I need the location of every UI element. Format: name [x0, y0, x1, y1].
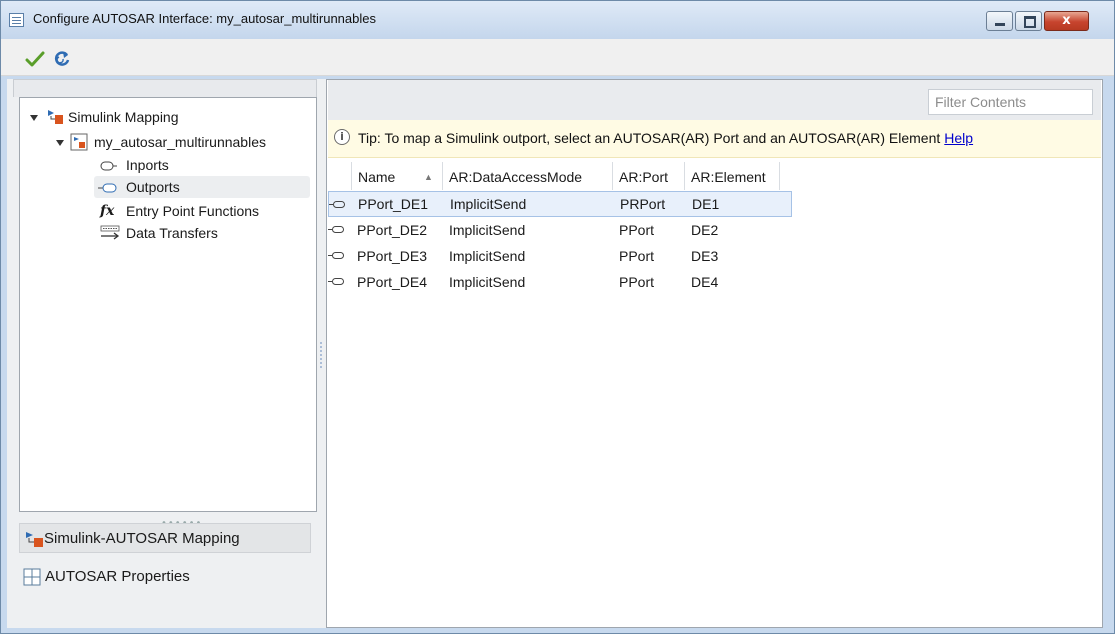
tree-item-label: Inports: [126, 157, 169, 173]
tree-item-label: Data Transfers: [126, 225, 218, 241]
info-icon: i: [334, 129, 350, 145]
cell-port[interactable]: PPort: [619, 243, 654, 269]
close-button[interactable]: x: [1044, 11, 1089, 31]
cell-data-access-mode[interactable]: ImplicitSend: [449, 243, 525, 269]
window: Configure AUTOSAR Interface: my_autosar_…: [0, 0, 1115, 634]
column-header-element[interactable]: AR:Element: [685, 162, 780, 190]
minimize-button[interactable]: [986, 11, 1013, 31]
section-label: AUTOSAR Properties: [45, 568, 190, 585]
collapse-icon[interactable]: [56, 140, 64, 146]
maximize-button[interactable]: [1015, 11, 1042, 31]
cell-data-access-mode[interactable]: ImplicitSend: [449, 217, 525, 243]
splitter-grip-icon[interactable]: [320, 341, 322, 369]
section-label: Simulink-AUTOSAR Mapping: [44, 530, 240, 547]
simulink-mapping-icon: [26, 532, 43, 547]
table-row[interactable]: PPort_DE3 ImplicitSend PPort DE3: [328, 243, 792, 269]
contents-header: Filter Contents: [328, 80, 1101, 120]
help-link[interactable]: Help: [944, 130, 973, 146]
column-header-data-access-mode[interactable]: AR:DataAccessMode: [443, 162, 613, 190]
cell-port[interactable]: PPort: [619, 269, 654, 295]
tip-bar: i Tip: To map a Simulink outport, select…: [328, 120, 1101, 158]
sort-ascending-icon: ▲: [424, 172, 433, 182]
toolbar: [1, 39, 1114, 76]
cell-element[interactable]: DE4: [691, 269, 718, 295]
collapse-icon[interactable]: [30, 115, 38, 121]
fx-icon: fx: [100, 203, 115, 219]
tree-root-label: Simulink Mapping: [68, 109, 179, 125]
apply-checkmark-icon[interactable]: [25, 51, 45, 67]
tree-model-label: my_autosar_multirunnables: [94, 134, 266, 150]
column-header-name[interactable]: Name ▲: [352, 162, 443, 190]
table-row[interactable]: PPort_DE2 ImplicitSend PPort DE2: [328, 217, 792, 243]
tree-node-model[interactable]: my_autosar_multirunnables: [56, 131, 314, 153]
cell-element[interactable]: DE2: [691, 217, 718, 243]
cell-name: PPort_DE2: [357, 222, 428, 238]
cell-port[interactable]: PPort: [619, 217, 654, 243]
icon-column-header: [328, 162, 352, 190]
column-header-port[interactable]: AR:Port: [613, 162, 685, 190]
tree-item-entry-point-functions[interactable]: fx Entry Point Functions: [94, 200, 310, 222]
tree-item-inports[interactable]: Inports: [94, 154, 310, 176]
mapping-tree[interactable]: Simulink Mapping my_autosar_multirunnabl…: [19, 97, 317, 512]
filter-input[interactable]: Filter Contents: [928, 89, 1093, 115]
table-header: Name ▲ AR:DataAccessMode AR:Port AR:Elem…: [328, 162, 1101, 190]
simulink-autosar-mapping-button[interactable]: Simulink-AUTOSAR Mapping: [19, 523, 311, 553]
table-row[interactable]: PPort_DE4 ImplicitSend PPort DE4: [328, 269, 792, 295]
autosar-properties-button[interactable]: AUTOSAR Properties: [19, 562, 311, 592]
table-row[interactable]: PPort_DE1 ImplicitSend PRPort DE1: [328, 191, 792, 217]
cell-data-access-mode[interactable]: ImplicitSend: [449, 269, 525, 295]
contents-pane: Filter Contents i Tip: To map a Simulink…: [326, 79, 1103, 628]
cell-element[interactable]: DE1: [692, 192, 719, 216]
close-icon: x: [1062, 13, 1071, 28]
cell-name: PPort_DE1: [358, 196, 429, 212]
tree-item-label: Entry Point Functions: [126, 203, 260, 219]
outport-icon: [328, 226, 344, 233]
cell-name: PPort_DE3: [357, 248, 428, 264]
cell-name: PPort_DE4: [357, 274, 428, 290]
cell-data-access-mode[interactable]: ImplicitSend: [450, 192, 526, 216]
tip-text: Tip: To map a Simulink outport, select a…: [358, 130, 941, 146]
outport-icon: [329, 201, 345, 208]
outport-icon: [98, 183, 117, 193]
tree-root-simulink-mapping[interactable]: Simulink Mapping: [30, 106, 310, 128]
tip-message: Tip: To map a Simulink outport, select a…: [358, 130, 973, 146]
inport-icon: [100, 161, 117, 171]
window-title: Configure AUTOSAR Interface: my_autosar_…: [33, 11, 376, 26]
simulink-mapping-icon: [48, 110, 63, 124]
model-icon: [70, 133, 88, 151]
window-app-icon: [9, 13, 24, 27]
cell-element[interactable]: DE3: [691, 243, 718, 269]
refresh-icon[interactable]: [52, 49, 72, 69]
outport-icon: [328, 278, 344, 285]
data-transfer-icon: [100, 225, 120, 240]
title-bar[interactable]: Configure AUTOSAR Interface: my_autosar_…: [1, 1, 1114, 39]
tree-item-label: Outports: [126, 179, 180, 195]
cell-port[interactable]: PRPort: [620, 192, 665, 216]
outport-icon: [328, 252, 344, 259]
properties-grid-icon: [23, 568, 41, 586]
tree-item-outports[interactable]: Outports: [94, 176, 310, 198]
tree-item-data-transfers[interactable]: Data Transfers: [94, 222, 310, 244]
tree-header: [13, 79, 317, 97]
